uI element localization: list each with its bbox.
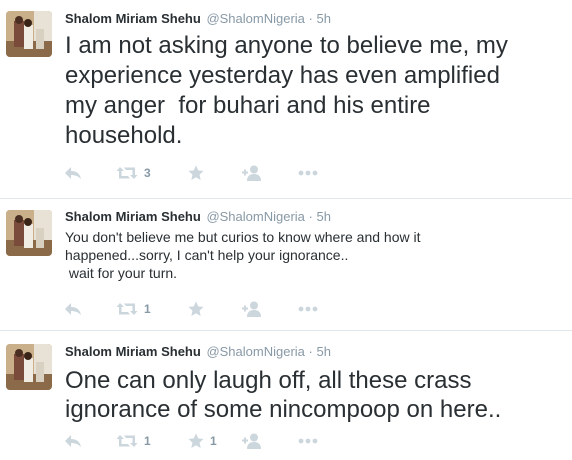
favorite-button[interactable] (188, 299, 210, 319)
tweet-text: You don't believe me but curios to know … (65, 228, 555, 282)
more-button[interactable] (298, 299, 318, 319)
reply-icon (64, 434, 82, 448)
tweet-header: Shalom Miriam Shehu @ShalomNigeria · 5h (65, 344, 331, 360)
timestamp[interactable]: 5h (317, 209, 331, 224)
retweet-icon (116, 434, 138, 448)
retweet-count: 1 (144, 434, 151, 448)
follow-user-icon (242, 301, 262, 317)
reply-icon (64, 166, 82, 180)
favorite-button[interactable] (188, 163, 210, 183)
tweet[interactable]: Shalom Miriam Shehu @ShalomNigeria · 5h … (0, 331, 572, 460)
separator: · (308, 11, 313, 26)
tweet-text-line: One can only laugh off, all these crass (65, 367, 472, 394)
tweet-text-line: wait for your turn. (65, 265, 178, 281)
tweet-text-line: I am not asking anyone to believe me, my (65, 32, 508, 59)
avatar[interactable] (6, 344, 52, 390)
more-button[interactable] (298, 431, 318, 451)
more-dots-icon (298, 170, 318, 176)
retweet-count: 3 (144, 166, 151, 180)
follow-button[interactable] (242, 431, 262, 451)
retweet-icon (116, 166, 138, 180)
reply-button[interactable] (64, 299, 82, 319)
tweet-header: Shalom Miriam Shehu @ShalomNigeria · 5h (65, 209, 331, 225)
tweet[interactable]: Shalom Miriam Shehu @ShalomNigeria · 5h … (0, 0, 572, 198)
author-handle[interactable]: @ShalomNigeria (206, 344, 304, 359)
retweet-button[interactable]: 1 (116, 431, 151, 451)
author-handle[interactable]: @ShalomNigeria (206, 11, 304, 26)
tweet-text-line: household. (65, 122, 183, 149)
tweet[interactable]: Shalom Miriam Shehu @ShalomNigeria · 5h … (0, 199, 572, 330)
tweet-header: Shalom Miriam Shehu @ShalomNigeria · 5h (65, 11, 331, 27)
more-dots-icon (298, 438, 318, 444)
avatar[interactable] (6, 210, 52, 256)
follow-user-icon (242, 165, 262, 181)
separator: · (308, 209, 313, 224)
avatar[interactable] (6, 11, 52, 57)
retweet-count: 1 (144, 302, 151, 316)
timestamp[interactable]: 5h (317, 11, 331, 26)
author-name[interactable]: Shalom Miriam Shehu (65, 344, 201, 359)
follow-button[interactable] (242, 299, 262, 319)
tweet-text-line: ignorance of some nincompoop on here.. (65, 396, 502, 423)
reply-button[interactable] (64, 431, 82, 451)
follow-user-icon (242, 433, 262, 449)
retweet-button[interactable]: 3 (116, 163, 151, 183)
favorite-button[interactable]: 1 (188, 431, 217, 451)
tweet-text: One can only laugh off, all these crass … (65, 366, 565, 424)
favorite-count: 1 (210, 434, 217, 448)
author-handle[interactable]: @ShalomNigeria (206, 209, 304, 224)
reply-button[interactable] (64, 163, 82, 183)
tweet-text-line: You don't believe me but curios to know … (65, 229, 421, 245)
tweet-text-line: experience yesterday has even amplified (65, 62, 500, 89)
tweet-text: I am not asking anyone to believe me, my… (65, 31, 565, 151)
timestamp[interactable]: 5h (317, 344, 331, 359)
follow-button[interactable] (242, 163, 262, 183)
star-icon (188, 165, 204, 181)
tweet-text-line: happened...sorry, I can't help your igno… (65, 247, 349, 263)
reply-icon (64, 302, 82, 316)
star-icon (188, 433, 204, 449)
retweet-icon (116, 302, 138, 316)
more-dots-icon (298, 306, 318, 312)
author-name[interactable]: Shalom Miriam Shehu (65, 209, 201, 224)
star-icon (188, 301, 204, 317)
more-button[interactable] (298, 163, 318, 183)
author-name[interactable]: Shalom Miriam Shehu (65, 11, 201, 26)
tweet-text-line: my anger for buhari and his entire (65, 92, 431, 119)
separator: · (308, 344, 313, 359)
retweet-button[interactable]: 1 (116, 299, 151, 319)
